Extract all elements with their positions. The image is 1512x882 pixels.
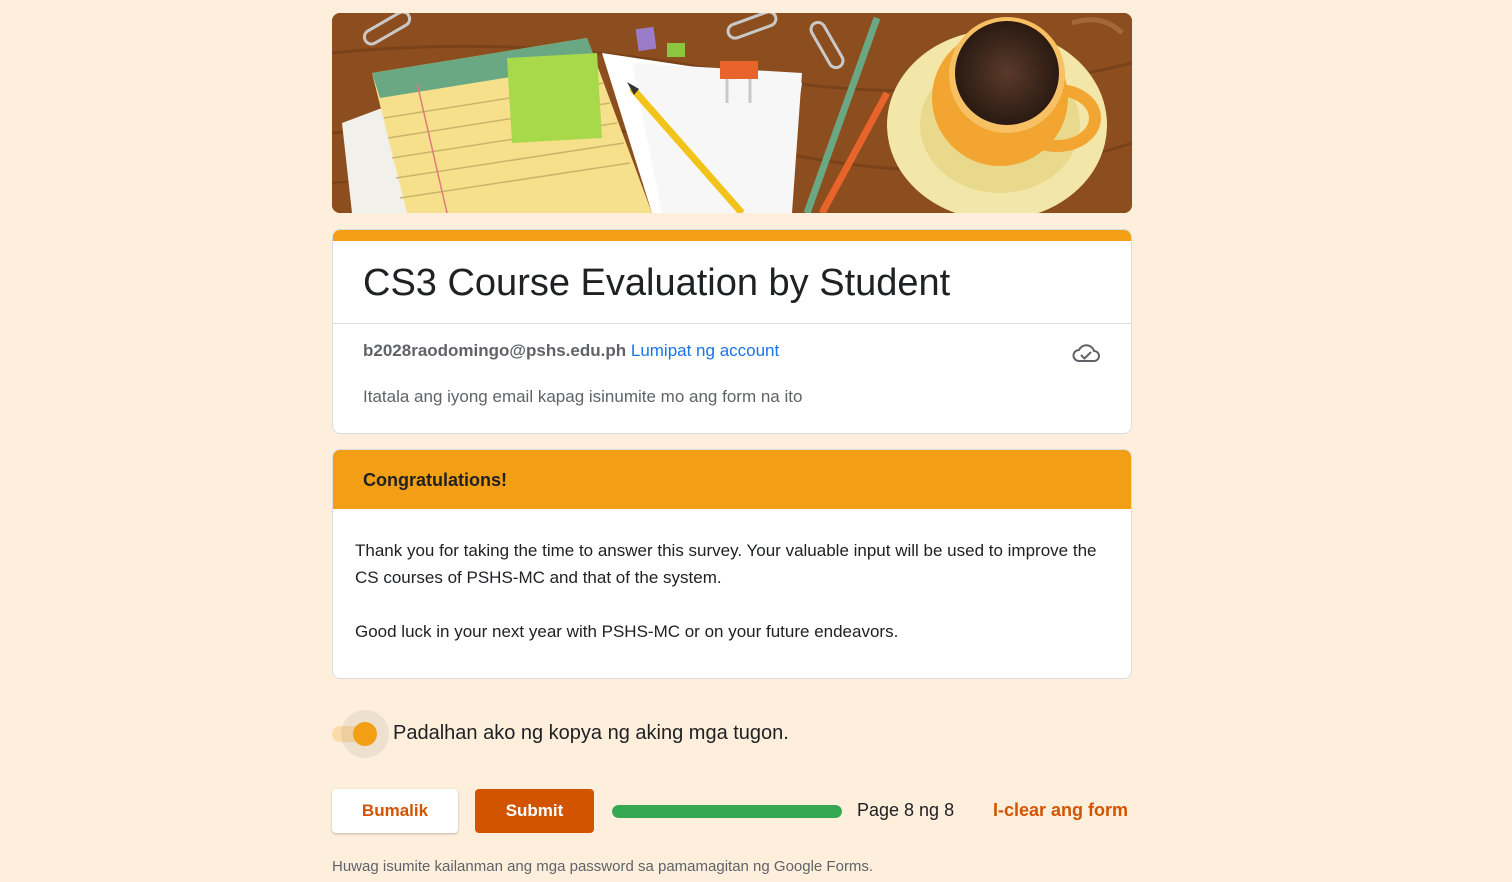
page-indicator: Page 8 ng 8 [857, 800, 955, 820]
back-button[interactable]: Bumalik [332, 789, 458, 833]
send-copy-toggle[interactable]: Padalhan ako ng kopya ng aking mga tugon… [332, 710, 1132, 758]
section-card: Congratulations! Thank you for taking th… [332, 449, 1132, 679]
progress-bar-fill [612, 805, 842, 818]
clear-form-link[interactable]: I-clear ang form [978, 800, 1128, 821]
account-email: b2028raodomingo@pshs.edu.ph [363, 341, 627, 360]
progress-bar [612, 805, 842, 818]
theme-accent-bar [333, 230, 1131, 241]
section-paragraph: Good luck in your next year with PSHS-MC… [355, 622, 899, 641]
header-banner-image [332, 13, 1132, 213]
section-paragraph: Thank you for taking the time to answer … [355, 541, 1097, 587]
switch-account-link[interactable]: Lumipat ng account [631, 341, 779, 360]
form-title: CS3 Course Evaluation by Student [333, 241, 1131, 324]
account-row: b2028raodomingo@pshs.edu.ph Lumipat ng a… [333, 324, 1131, 367]
form-header-card: CS3 Course Evaluation by Student b2028ra… [332, 229, 1132, 434]
submit-button[interactable]: Submit [475, 789, 594, 833]
section-description: Thank you for taking the time to answer … [333, 509, 1131, 645]
section-title: Congratulations! [333, 450, 1131, 509]
cloud-done-icon [1072, 344, 1100, 362]
password-warning: Huwag isumite kailanman ang mga password… [332, 858, 874, 875]
send-copy-label[interactable]: Padalhan ako ng kopya ng aking mga tugon… [393, 722, 789, 745]
toggle-knob[interactable] [353, 722, 377, 746]
email-recording-note: Itatala ang iyong email kapag isinumite … [363, 387, 803, 406]
